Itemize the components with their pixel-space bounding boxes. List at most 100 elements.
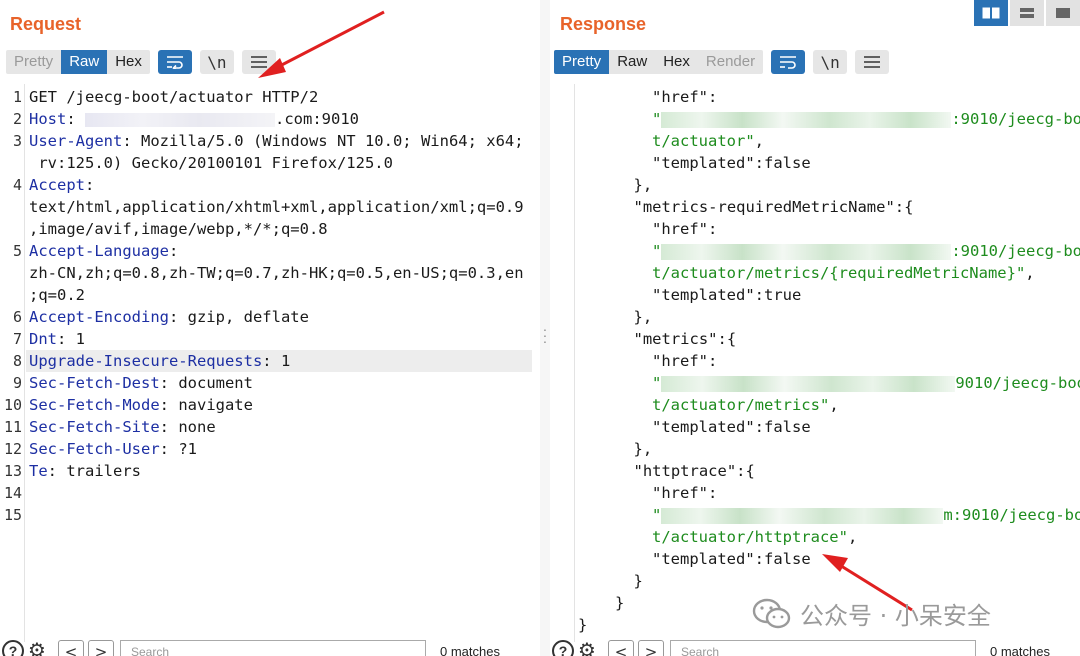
string-token: :9010/jeecg-boo xyxy=(951,242,1080,260)
help-icon[interactable]: ? xyxy=(2,640,24,656)
code-token: : document xyxy=(159,374,253,392)
redacted-text xyxy=(661,507,944,524)
header-name: Sec-Fetch-Dest xyxy=(29,374,160,392)
response-editor[interactable]: "href": ":9010/jeecg-boo t/actuator", "temp… xyxy=(550,84,1080,636)
redacted-text xyxy=(661,243,952,260)
single-pane-button[interactable] xyxy=(1046,0,1080,26)
code-line: } xyxy=(634,570,643,592)
tab-pretty[interactable]: Pretty xyxy=(554,50,610,74)
match-count: 0 matches xyxy=(440,644,500,656)
help-icon[interactable]: ? xyxy=(552,640,574,656)
tab-raw[interactable]: Raw xyxy=(61,50,108,74)
code-token: : ?1 xyxy=(159,440,197,458)
split-horizontal-button[interactable] xyxy=(974,0,1008,26)
line-number: 3 xyxy=(12,132,22,150)
header-name: Dnt xyxy=(29,330,57,348)
next-match-button[interactable]: > xyxy=(88,640,114,656)
line-number: 7 xyxy=(12,330,22,348)
code-line: "templated":false xyxy=(652,416,811,438)
next-match-button[interactable]: > xyxy=(638,640,664,656)
redacted-text xyxy=(661,111,952,128)
line-number: 9 xyxy=(12,374,22,392)
header-name: Sec-Fetch-User xyxy=(29,440,160,458)
string-token: t/actuator/httptrace" xyxy=(652,528,848,546)
code-token: :{ xyxy=(736,462,755,480)
code-line: ":9010/jeecg-boo xyxy=(652,108,1080,130)
code-line: zh-CN,zh;q=0.8,zh-TW;q=0.7,zh-HK;q=0.5,e… xyxy=(29,262,524,284)
request-toolbar: Pretty Raw Hex \n xyxy=(6,50,276,74)
code-line: t/actuator", xyxy=(652,130,764,152)
response-toolbar: Pretty Raw Hex Render \n xyxy=(554,50,890,74)
line-number xyxy=(0,218,22,240)
header-name: Accept xyxy=(29,176,85,194)
code-line: } xyxy=(615,592,624,614)
request-pane: Request Pretty Raw Hex \n 1 GET /jeecg-bo… xyxy=(0,0,540,656)
wrap-lines-icon xyxy=(780,56,797,69)
split-vertical-button[interactable] xyxy=(1010,0,1044,26)
string-token: t/actuator/metrics/{requiredMetricName}" xyxy=(652,264,1026,282)
string-token: " xyxy=(652,374,662,392)
code-line: }, xyxy=(634,438,653,460)
wrap-lines-button[interactable] xyxy=(157,50,192,74)
code-token: , xyxy=(1025,264,1035,282)
code-line: Accept-Language: xyxy=(29,240,178,262)
code-token: :false xyxy=(754,154,811,172)
menu-button[interactable] xyxy=(855,50,890,74)
code-line: User-Agent: Mozilla/5.0 (Windows NT 10.0… xyxy=(29,130,524,152)
code-token: : xyxy=(708,484,718,502)
tab-hex[interactable]: Hex xyxy=(107,50,150,74)
code-token: : trailers xyxy=(47,462,141,480)
code-token: , xyxy=(754,132,764,150)
header-name: Sec-Fetch-Mode xyxy=(29,396,160,414)
tab-raw[interactable]: Raw xyxy=(609,50,655,74)
show-newlines-button[interactable]: \n xyxy=(199,50,234,74)
code-token: } xyxy=(578,616,588,634)
rows-icon xyxy=(1020,8,1034,18)
line-number: 13 xyxy=(3,462,22,480)
code-token: "templated" xyxy=(652,286,755,304)
wrap-lines-button[interactable] xyxy=(771,50,806,74)
tab-pretty[interactable]: Pretty xyxy=(6,50,61,74)
wechat-icon xyxy=(752,598,791,628)
code-token: "metrics" xyxy=(633,330,718,348)
code-token: "httptrace" xyxy=(633,462,737,480)
code-line: Sec-Fetch-Site: none xyxy=(29,416,216,438)
code-token: } xyxy=(615,594,625,612)
search-input[interactable]: Search xyxy=(670,640,976,656)
code-token: }, xyxy=(633,308,653,326)
code-token: : xyxy=(708,88,718,106)
code-token: : xyxy=(168,242,179,260)
header-name: Upgrade-Insecure-Requests xyxy=(29,352,263,370)
response-pane: Response Pretty Raw Hex Render \n "href"… xyxy=(550,0,1080,656)
code-line: "metrics-requiredMetricName":{ xyxy=(634,196,914,218)
search-input[interactable]: Search xyxy=(120,640,426,656)
line-number: 8 xyxy=(12,352,22,370)
code-token: : none xyxy=(159,418,216,436)
header-name: Accept-Language xyxy=(29,242,169,260)
request-editor[interactable]: 1 GET /jeecg-boot/actuator HTTP/2 2 Host: .… xyxy=(0,84,540,636)
tab-render[interactable]: Render xyxy=(698,50,763,74)
code-line: "href": xyxy=(652,482,717,504)
show-newlines-button[interactable]: \n xyxy=(813,50,848,74)
code-line: t/actuator/httptrace", xyxy=(652,526,857,548)
drag-handle-icon[interactable]: · · · xyxy=(542,322,548,348)
previous-match-button[interactable]: < xyxy=(58,640,84,656)
code-line: rv:125.0) Gecko/20100101 Firefox/125.0 xyxy=(29,152,393,174)
code-token: } xyxy=(633,572,643,590)
string-token: 9010/jeecg-boo xyxy=(955,374,1080,392)
string-token: t/actuator" xyxy=(652,132,755,150)
line-number: 2 xyxy=(12,110,22,128)
code-line: Sec-Fetch-Mode: navigate xyxy=(29,394,253,416)
code-token: zh-CN,zh;q=0.8,zh-TW;q=0.7,zh-HK;q=0.5,e… xyxy=(29,264,524,282)
single-pane-icon xyxy=(1056,8,1070,18)
line-number: 14 xyxy=(3,484,22,502)
response-view-tabs: Pretty Raw Hex Render xyxy=(554,50,764,74)
previous-match-button[interactable]: < xyxy=(608,640,634,656)
gear-icon[interactable]: ⚙ xyxy=(28,640,52,656)
gear-icon[interactable]: ⚙ xyxy=(578,640,602,656)
line-number: 15 xyxy=(3,506,22,524)
code-token: : Mozilla/5.0 (Windows NT 10.0; Win64; x… xyxy=(122,132,524,150)
code-line: "href": xyxy=(652,350,717,372)
tab-hex[interactable]: Hex xyxy=(655,50,698,74)
string-token: " xyxy=(652,242,662,260)
